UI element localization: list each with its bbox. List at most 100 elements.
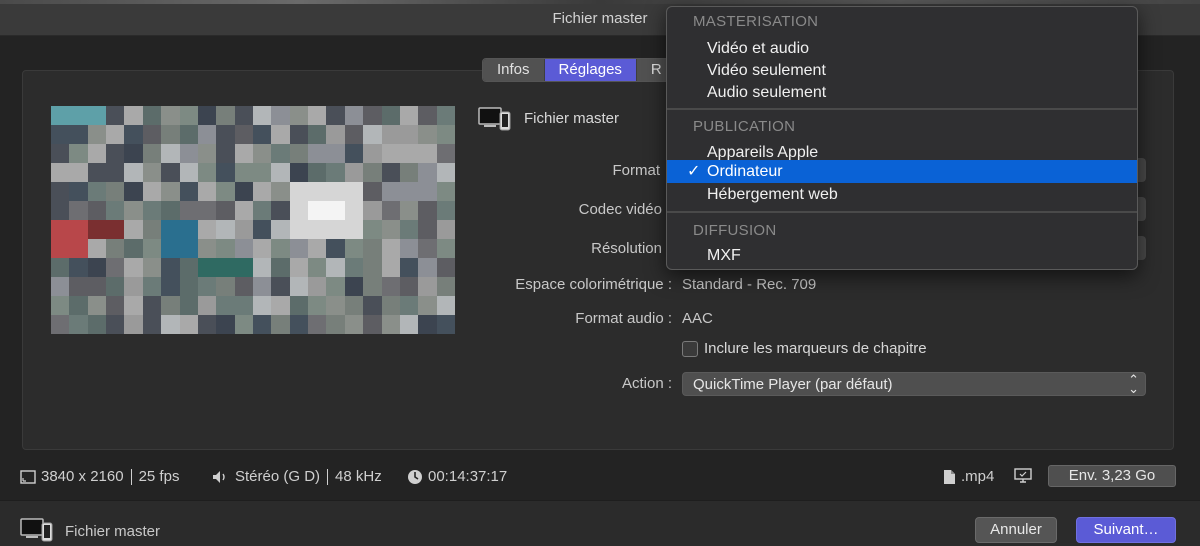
preview-pixel (381, 220, 400, 239)
preview-pixel (436, 220, 455, 239)
preview-pixel (363, 220, 382, 239)
preview-pixel (289, 258, 309, 277)
preview-pixel (344, 163, 364, 182)
preview-pixel (399, 125, 419, 144)
preview-pixel (87, 144, 107, 163)
preview-pixel (216, 296, 235, 315)
preview-pixel (363, 315, 382, 334)
preview-pixel (124, 182, 143, 201)
preview-pixel (216, 315, 235, 334)
preview-pixel (399, 296, 419, 315)
preview-pixel (271, 258, 290, 277)
preview-pixel (197, 163, 217, 182)
info-separator (327, 468, 329, 485)
menu-item-web-hosting[interactable]: Hébergement web (667, 183, 1137, 206)
preview-pixel (179, 315, 198, 334)
preview-pixel (344, 201, 364, 220)
preview-pixel (326, 144, 345, 163)
preview-pixel (344, 220, 364, 239)
preview-pixel (142, 163, 162, 182)
preview-pixel (69, 315, 88, 334)
action-select[interactable]: QuickTime Player (par défaut) ⌃ ⌄ (682, 372, 1146, 396)
preview-pixel (179, 258, 198, 277)
colorspace-value: Standard - Rec. 709 (682, 276, 817, 293)
resolution-text: 3840 x 2160 (41, 468, 124, 485)
preview-pixel (87, 315, 107, 334)
format-dropdown-menu: MASTERISATION Vidéo et audio Vidéo seule… (666, 6, 1138, 270)
checkmark-icon: ✓ (687, 163, 701, 180)
preview-pixel (436, 239, 455, 258)
preview-pixel (289, 125, 309, 144)
preview-pixel (252, 296, 272, 315)
preview-pixel (326, 277, 345, 296)
preview-pixel (124, 296, 143, 315)
preview-pixel (326, 315, 345, 334)
preview-pixel (326, 220, 345, 239)
preview-pixel (271, 277, 290, 296)
chapter-markers-checkbox[interactable] (682, 340, 698, 357)
preview-pixel (161, 258, 180, 277)
monitor-icon (1014, 468, 1032, 483)
preview-pixel (308, 106, 327, 125)
preview-pixel (124, 125, 143, 144)
preview-pixel (418, 315, 437, 334)
preview-pixel (436, 201, 455, 220)
preview-pixel (381, 182, 400, 201)
preview-pixel (252, 106, 272, 125)
preview-pixel (252, 182, 272, 201)
preview-pixel (69, 277, 88, 296)
preview-pixel (234, 258, 253, 277)
preview-pixel (381, 106, 400, 125)
menu-item-video-audio[interactable]: Vidéo et audio (667, 37, 1137, 60)
preview-pixel (216, 125, 235, 144)
preview-pixel (106, 182, 125, 201)
menu-item-mxf[interactable]: MXF (667, 244, 1137, 267)
preview-pixel (197, 239, 217, 258)
preview-pixel (399, 163, 419, 182)
estimated-size-badge: Env. 3,23 Go (1048, 465, 1176, 487)
preview-pixel (234, 182, 253, 201)
preview-pixel (344, 296, 364, 315)
preview-pixel (289, 144, 309, 163)
preview-pixel (87, 163, 107, 182)
next-button[interactable]: Suivant… (1076, 517, 1176, 543)
preview-pixel (289, 220, 309, 239)
menu-item-computer[interactable]: ✓ Ordinateur (667, 160, 1137, 183)
preview-pixel (197, 220, 217, 239)
preview-pixel (252, 125, 272, 144)
cancel-button[interactable]: Annuler (975, 517, 1057, 543)
preview-pixel (381, 144, 400, 163)
preview-pixel (124, 163, 143, 182)
preview-pixel (326, 296, 345, 315)
preview-pixel (142, 144, 162, 163)
preview-pixel (381, 201, 400, 220)
preview-pixel (161, 144, 180, 163)
preview-pixel (142, 277, 162, 296)
menu-item-video-only[interactable]: Vidéo seulement (667, 59, 1137, 82)
preview-pixel (308, 163, 327, 182)
menu-item-audio-only[interactable]: Audio seulement (667, 81, 1137, 104)
preview-pixel (252, 277, 272, 296)
menu-section-header: PUBLICATION (693, 118, 796, 135)
preview-pixel (87, 258, 107, 277)
preview-pixel (106, 277, 125, 296)
preview-pixel (161, 182, 180, 201)
preview-pixel (271, 315, 290, 334)
preview-pixel (308, 315, 327, 334)
preview-pixel (161, 125, 180, 144)
preview-pixel (51, 258, 70, 277)
preview-pixel (161, 239, 180, 258)
preview-pixel (69, 163, 88, 182)
chapter-markers-row[interactable]: Inclure les marqueurs de chapitre (682, 340, 927, 357)
preview-pixel (436, 277, 455, 296)
preview-pixel (344, 144, 364, 163)
preview-pixel (308, 220, 327, 239)
preview-pixel (418, 163, 437, 182)
preview-pixel (418, 125, 437, 144)
tab-reglages[interactable]: Réglages (543, 59, 636, 81)
file-type-info: .mp4 (943, 468, 994, 485)
preview-pixel (308, 258, 327, 277)
preview-pixel (344, 182, 364, 201)
preview-pixel (308, 125, 327, 144)
tab-infos[interactable]: Infos (483, 59, 544, 81)
